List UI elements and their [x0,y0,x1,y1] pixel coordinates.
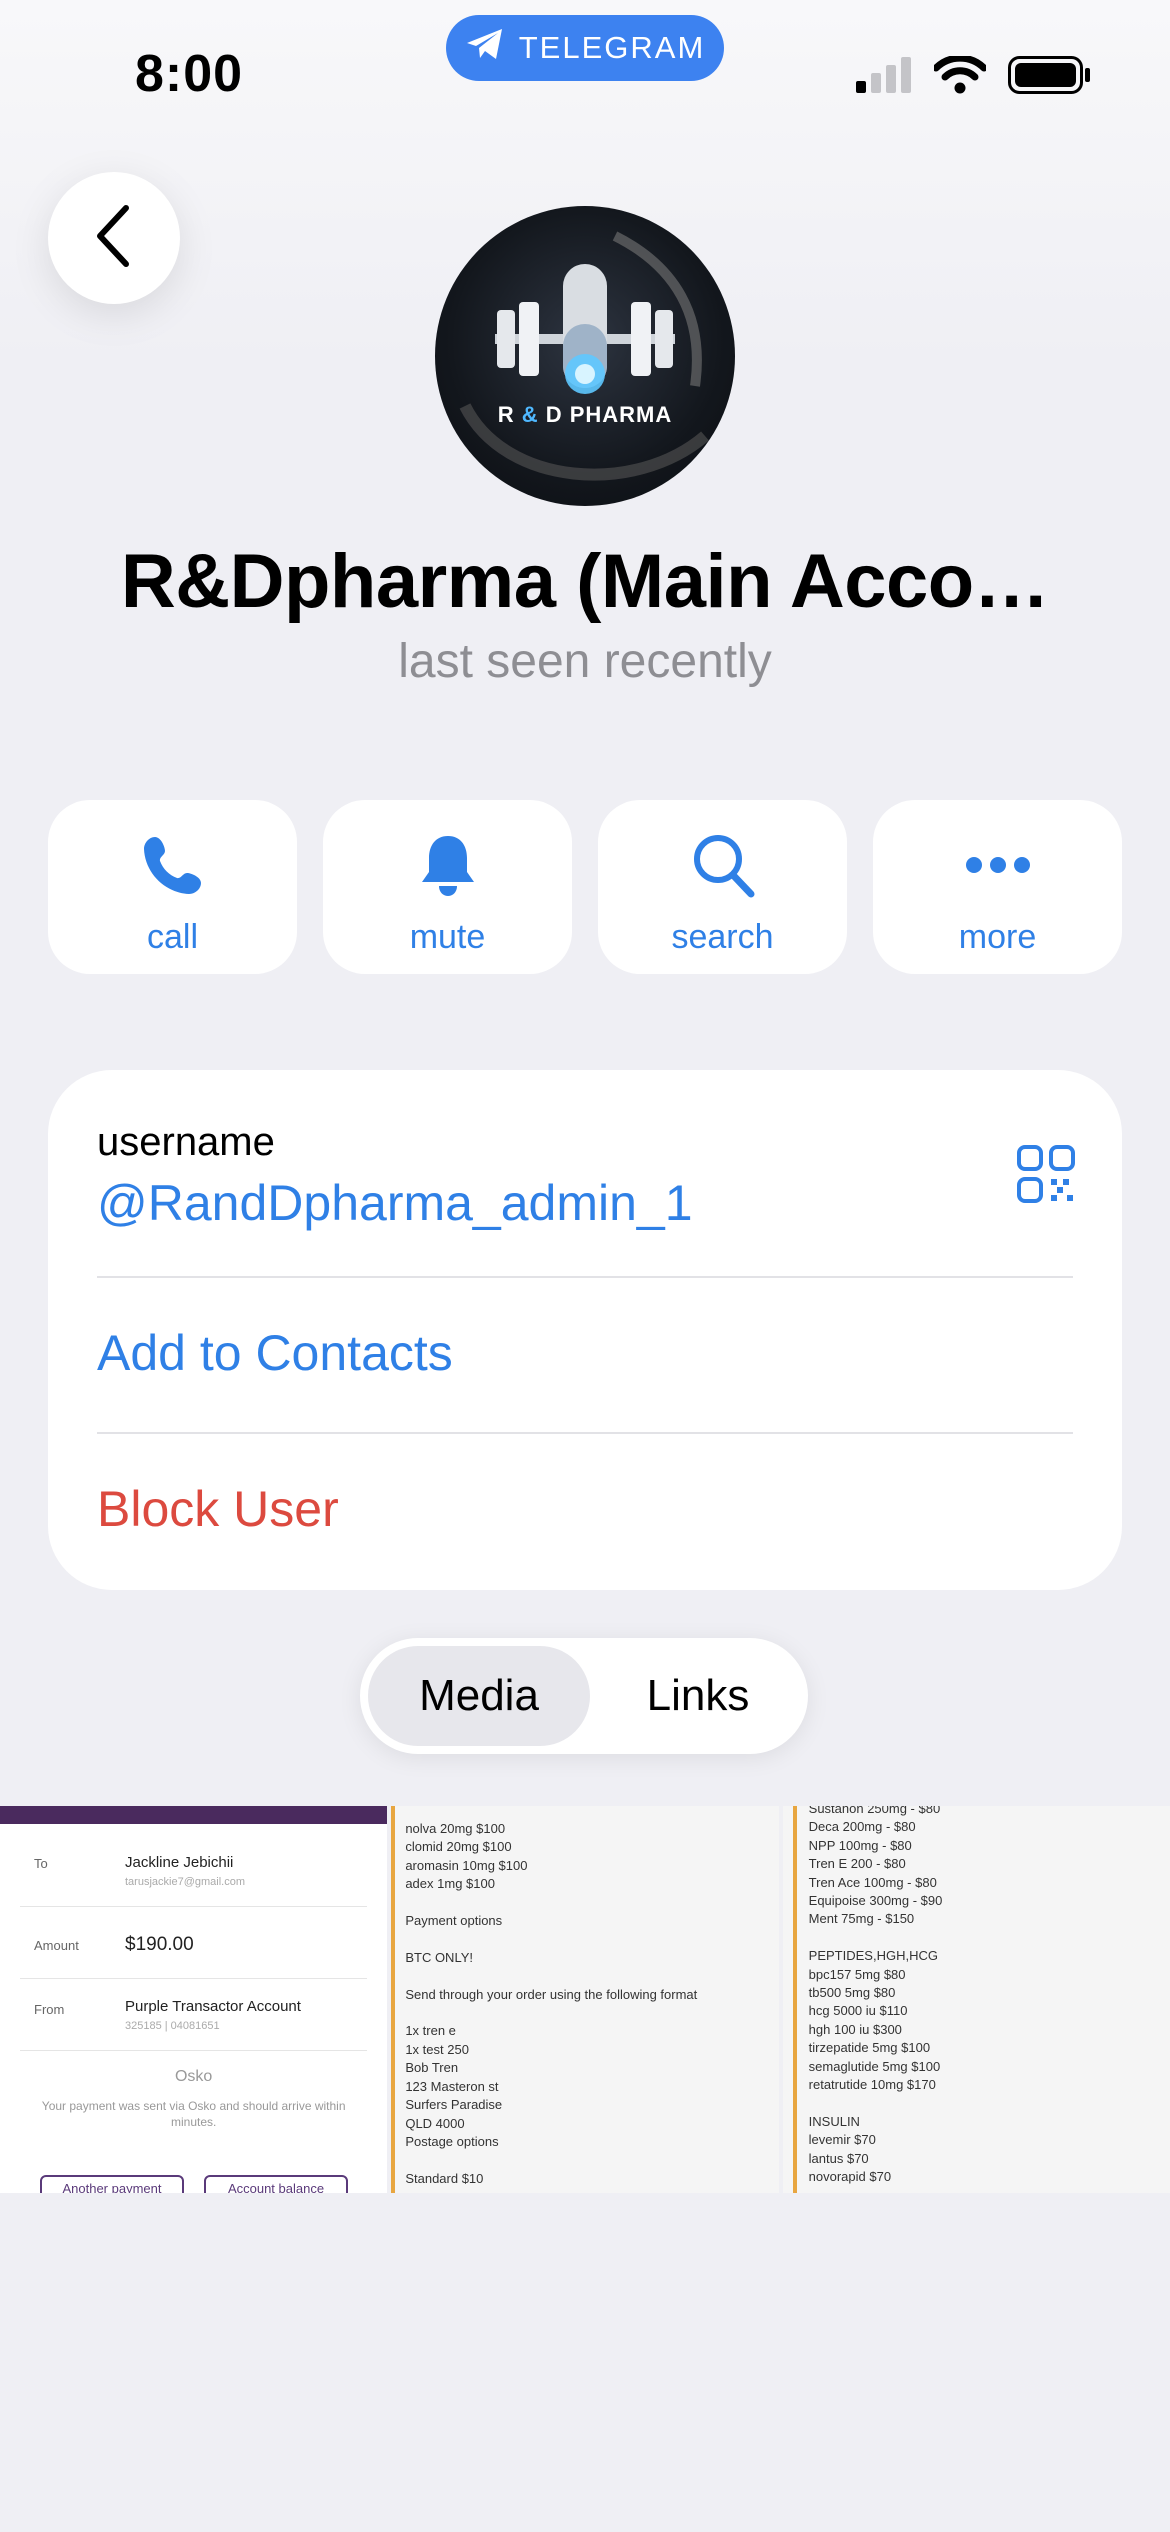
chevron-left-icon [94,204,134,273]
mute-button[interactable]: mute [323,800,572,974]
media-thumbnail-price-list-2[interactable]: Sustanon 250mg - $80 Deca 200mg - $80 NP… [782,1806,1170,2193]
last-seen-status: last seen recently [398,635,772,688]
media-grid: To Jackline Jebichii tarusjackie7@gmail.… [0,1806,1170,2193]
qr-code-icon[interactable] [1016,1144,1076,1209]
wifi-icon [932,54,988,99]
call-label: call [146,918,199,956]
receipt-from-account: 325185 | 04081651 [125,2020,220,2032]
receipt-divider [20,2050,368,2051]
divider [97,1432,1073,1434]
more-button[interactable]: more [873,800,1122,974]
receipt-to-value: Jackline Jebichii [125,1854,234,1871]
info-card: username @RandDpharma_admin_1 Add to Con… [48,1070,1122,1590]
price-list-text-2: Sustanon 250mg - $80 Deca 200mg - $80 NP… [808,1806,943,2185]
receipt-divider [20,1906,368,1907]
receipt-to-label: To [34,1856,48,1871]
receipt-from-label: From [34,2002,65,2017]
search-label: search [671,918,774,956]
mute-label: mute [409,918,486,956]
another-payment-button: Another payment [40,2175,184,2193]
receipt-note: Your payment was sent via Osko and shoul… [41,2099,346,2129]
bell-icon [419,830,477,900]
more-icon [965,830,1031,900]
telegram-icon [465,27,505,69]
receipt-from-value: Purple Transactor Account [125,1998,301,2015]
search-icon [691,830,755,900]
note-margin-line [391,1806,396,2193]
username-value[interactable]: @RandDpharma_admin_1 [97,1174,1073,1232]
action-buttons: call mute search more [48,800,1122,974]
status-icons [856,54,1092,99]
username-label: username [97,1120,275,1164]
media-tabs: Media Links [360,1638,808,1754]
tab-links[interactable]: Links [596,1646,800,1746]
receipt-amount-label: Amount [34,1938,79,1953]
media-thumbnail-receipt[interactable]: To Jackline Jebichii tarusjackie7@gmail.… [0,1806,388,2193]
avatar[interactable]: R & D PHARMA [435,206,735,506]
receipt-to-email: tarusjackie7@gmail.com [125,1876,245,1888]
search-button[interactable]: search [598,800,847,974]
receipt-amount-value: $190.00 [125,1934,194,1955]
media-thumbnail-price-list-1[interactable]: nolva 20mg $100 clomid 20mg $100 aromasi… [391,1806,779,2193]
receipt-header-bar [0,1806,388,1824]
avatar-brand-text: R & D PHARMA [497,402,673,427]
tab-media[interactable]: Media [368,1646,590,1746]
account-balance-button: Account balance [204,2175,348,2193]
call-button[interactable]: call [48,800,297,974]
phone-icon [141,830,205,900]
price-list-text-1: nolva 20mg $100 clomid 20mg $100 aromasi… [405,1821,698,2186]
note-margin-line [792,1806,797,2193]
telegram-pill[interactable]: TELEGRAM [446,15,724,81]
battery-icon [1008,56,1092,99]
add-to-contacts-button[interactable]: Add to Contacts [97,1324,1073,1382]
signal-icon [856,57,912,98]
telegram-pill-label: TELEGRAM [518,30,706,65]
divider [97,1276,1073,1278]
profile-name: R&Dpharma (Main Acco… [120,539,1050,624]
back-button[interactable] [48,172,180,304]
osko-logo: Osko [174,2068,213,2085]
receipt-divider [20,1978,368,1979]
dumbbell-logo-icon [459,231,709,481]
status-time: 8:00 [135,45,244,103]
more-label: more [958,918,1037,956]
block-user-button[interactable]: Block User [97,1480,1073,1538]
